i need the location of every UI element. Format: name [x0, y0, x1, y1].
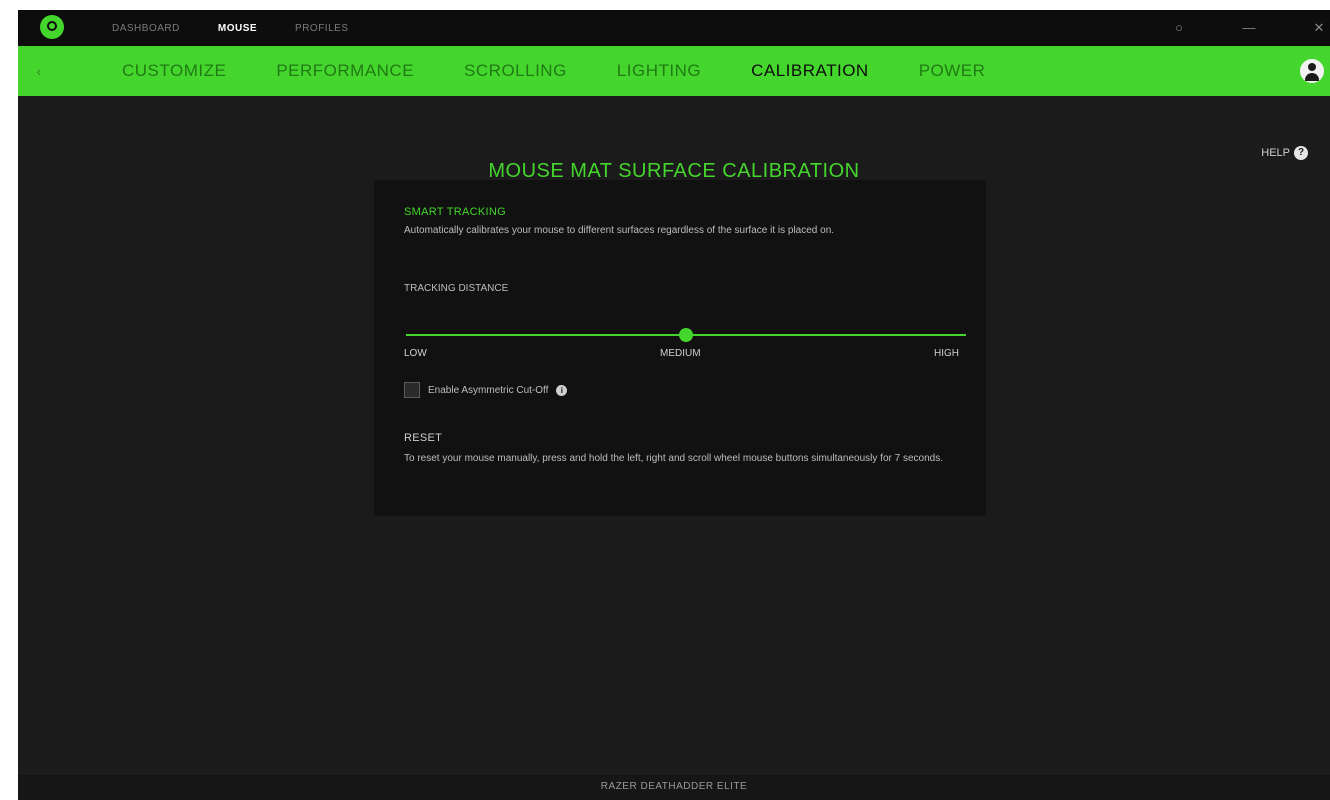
avatar-body: [1305, 73, 1319, 81]
help-button[interactable]: HELP ?: [1261, 146, 1308, 160]
window-controls: ○ — ✕: [1120, 10, 1330, 46]
smart-tracking-description: Automatically calibrates your mouse to d…: [404, 225, 835, 236]
device-name-footer: RAZER DEATHADDER ELITE: [18, 773, 1330, 800]
tab-scrolling[interactable]: SCROLLING: [464, 61, 567, 81]
tab-power[interactable]: POWER: [919, 61, 986, 81]
minimize-icon[interactable]: —: [1238, 18, 1260, 38]
back-icon[interactable]: ‹: [28, 60, 50, 82]
avatar-head: [1308, 63, 1316, 71]
tab-lighting[interactable]: LIGHTING: [617, 61, 701, 81]
search-icon[interactable]: ○: [1168, 18, 1190, 38]
title-bar: DASHBOARD MOUSE PROFILES ○ — ✕: [18, 10, 1330, 46]
info-icon[interactable]: i: [556, 384, 568, 396]
smart-tracking-title: SMART TRACKING: [404, 206, 506, 218]
subnav-tabs: CUSTOMIZE PERFORMANCE SCROLLING LIGHTING…: [122, 46, 1035, 96]
top-tabs: DASHBOARD MOUSE PROFILES: [112, 10, 349, 46]
slider-thumb[interactable]: [679, 328, 693, 342]
asymmetric-cutoff-row: Enable Asymmetric Cut-Off i: [404, 382, 568, 398]
reset-description: To reset your mouse manually, press and …: [404, 453, 943, 464]
reset-title: RESET: [404, 432, 443, 444]
razer-logo-icon[interactable]: [40, 15, 64, 39]
asymmetric-cutoff-checkbox[interactable]: [404, 382, 420, 398]
user-avatar-icon[interactable]: [1300, 59, 1324, 83]
tab-performance[interactable]: PERFORMANCE: [276, 61, 414, 81]
stop-high: HIGH: [934, 348, 959, 359]
tab-profiles[interactable]: PROFILES: [295, 23, 348, 34]
stop-low: LOW: [404, 348, 427, 359]
tab-dashboard[interactable]: DASHBOARD: [112, 23, 180, 34]
sub-navigation: ‹ CUSTOMIZE PERFORMANCE SCROLLING LIGHTI…: [18, 46, 1330, 96]
help-label: HELP: [1261, 147, 1290, 159]
calibration-panel: SMART TRACKING Automatically calibrates …: [374, 180, 986, 516]
razer-synapse-window: DASHBOARD MOUSE PROFILES ○ — ✕ ‹ CUSTOMI…: [18, 10, 1330, 800]
stop-medium: MEDIUM: [660, 348, 701, 359]
tracking-distance-label: TRACKING DISTANCE: [404, 283, 509, 294]
tab-customize[interactable]: CUSTOMIZE: [122, 61, 226, 81]
help-icon: ?: [1294, 146, 1308, 160]
close-icon[interactable]: ✕: [1308, 18, 1330, 38]
tracking-distance-slider[interactable]: [406, 328, 966, 342]
tab-calibration[interactable]: CALIBRATION: [751, 61, 869, 81]
tab-mouse[interactable]: MOUSE: [218, 23, 257, 34]
asymmetric-cutoff-label: Enable Asymmetric Cut-Off: [428, 384, 549, 396]
